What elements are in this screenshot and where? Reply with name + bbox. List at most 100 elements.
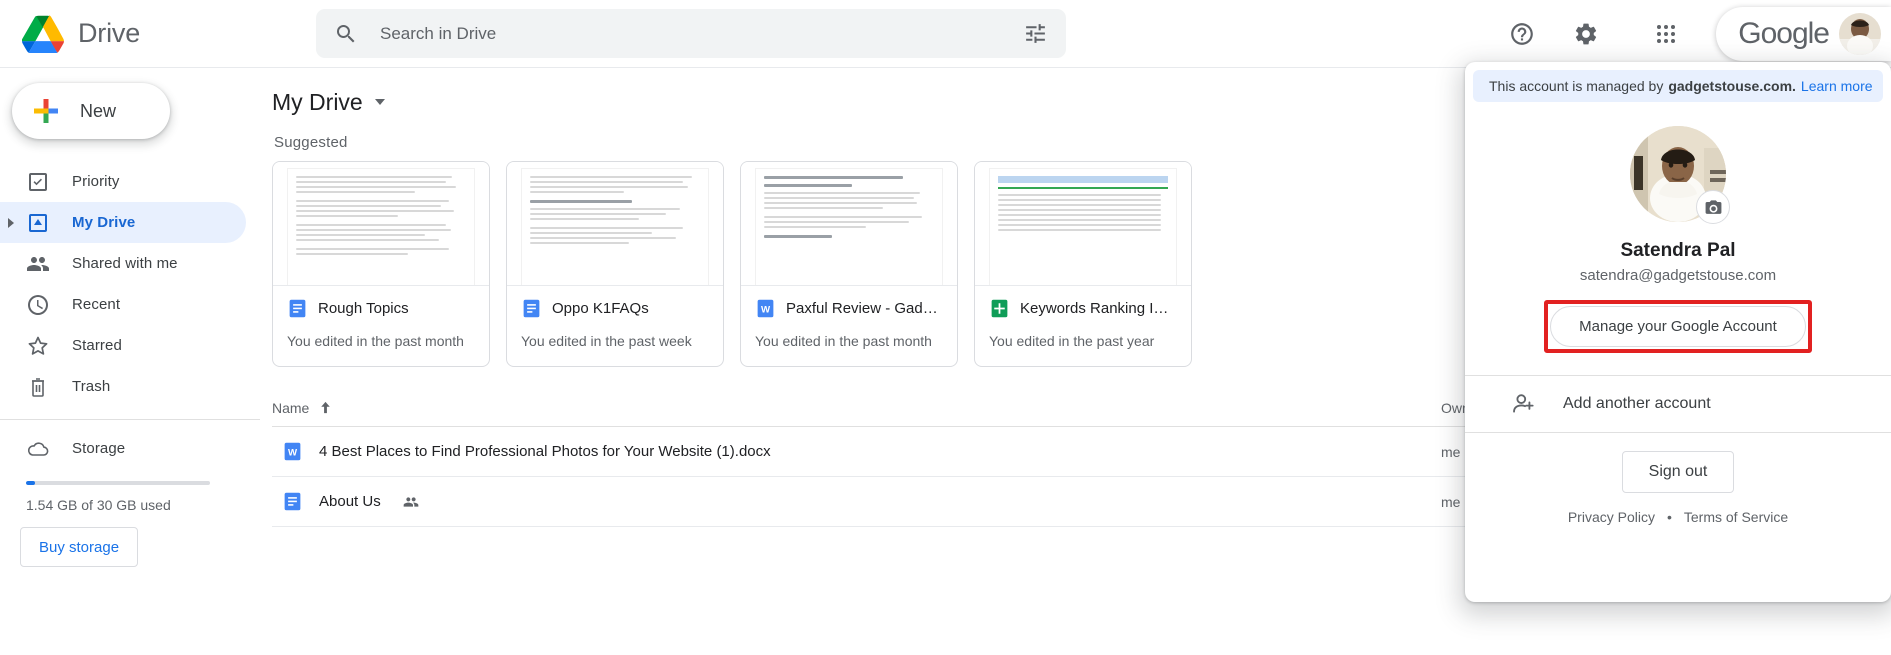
card-thumbnail	[507, 162, 723, 286]
sidebar-item-label: My Drive	[72, 214, 136, 231]
gear-icon[interactable]	[1562, 10, 1610, 58]
account-name: Satendra Pal	[1620, 240, 1736, 261]
account-chip[interactable]: Google	[1716, 6, 1891, 61]
search-icon	[337, 24, 355, 42]
sidebar-item-label: Shared with me	[72, 255, 178, 272]
google-docs-icon	[523, 299, 540, 318]
camera-icon	[1705, 199, 1721, 214]
cloud-icon	[27, 441, 49, 456]
search-bar[interactable]	[316, 9, 1066, 58]
manage-google-account-button[interactable]: Manage your Google Account	[1550, 306, 1806, 347]
svg-text:W: W	[761, 304, 771, 315]
file-name: 4 Best Places to Find Professional Photo…	[319, 443, 771, 460]
people-icon	[27, 256, 49, 271]
managed-account-banner: This account is managed by gadgetstouse.…	[1473, 70, 1883, 102]
top-bar: Drive Google	[0, 0, 1891, 68]
trash-icon	[32, 377, 44, 397]
plus-icon	[34, 99, 58, 123]
help-icon[interactable]	[1498, 10, 1546, 58]
star-icon	[28, 336, 48, 355]
add-another-account-item[interactable]: Add another account	[1465, 376, 1891, 432]
sidebar: New Priority My Drive Shared with me Rec…	[0, 68, 260, 655]
tune-icon[interactable]	[1023, 21, 1048, 46]
sidebar-item-recent[interactable]: Recent	[0, 284, 246, 325]
svg-text:W: W	[288, 447, 298, 458]
my-drive-icon	[29, 213, 47, 232]
account-popup: This account is managed by gadgetstouse.…	[1465, 62, 1891, 602]
sidebar-item-starred[interactable]: Starred	[0, 325, 246, 366]
new-button[interactable]: New	[12, 83, 170, 139]
card-meta: Rough Topics You edited in the past mont…	[273, 286, 489, 366]
card-thumbnail	[741, 162, 957, 286]
row-name-cell: W 4 Best Places to Find Professional Pho…	[272, 441, 1441, 462]
google-drive-window: Drive Google	[0, 0, 1891, 655]
change-photo-button[interactable]	[1696, 190, 1730, 224]
drive-brand[interactable]: Drive	[0, 14, 316, 53]
card-meta: Keywords Ranking Impro… You edited in th…	[975, 286, 1191, 366]
card-subtitle: You edited in the past month	[755, 333, 932, 349]
word-doc-icon: W	[284, 442, 301, 461]
sidebar-item-priority[interactable]: Priority	[0, 161, 246, 202]
sidebar-nav: Priority My Drive Shared with me Recent …	[0, 161, 260, 567]
clock-icon	[28, 294, 48, 315]
suggested-card[interactable]: Keywords Ranking Impro… You edited in th…	[974, 161, 1192, 367]
priority-check-icon	[29, 172, 47, 191]
suggested-card[interactable]: Oppo K1FAQs You edited in the past week	[506, 161, 724, 367]
chevron-right-icon[interactable]	[8, 217, 14, 228]
card-thumbnail	[975, 162, 1191, 286]
sidebar-item-trash[interactable]: Trash	[0, 366, 246, 407]
card-subtitle: You edited in the past year	[989, 333, 1155, 349]
sign-out-button[interactable]: Sign out	[1621, 451, 1735, 493]
sidebar-item-label: Recent	[72, 296, 121, 313]
sidebar-item-label: Priority	[72, 173, 120, 190]
storage-progress-fill	[26, 481, 36, 485]
terms-of-service-link[interactable]: Terms of Service	[1684, 509, 1788, 525]
row-name-cell: About Us	[272, 491, 1441, 512]
apps-grid-icon[interactable]	[1642, 10, 1690, 58]
card-title: Paxful Review - Gadgets …	[786, 300, 943, 317]
sidebar-item-my-drive[interactable]: My Drive	[0, 202, 246, 243]
learn-more-link[interactable]: Learn more	[1801, 78, 1873, 94]
card-subtitle: You edited in the past week	[521, 333, 692, 349]
google-docs-icon	[284, 492, 301, 511]
card-meta: Oppo K1FAQs You edited in the past week	[507, 286, 723, 366]
add-another-account-label: Add another account	[1563, 395, 1711, 412]
avatar	[1839, 12, 1881, 55]
managed-domain-text: gadgetstouse.com.	[1668, 78, 1796, 94]
card-title: Rough Topics	[318, 300, 409, 317]
sidebar-item-shared-with-me[interactable]: Shared with me	[0, 243, 246, 284]
shared-people-icon	[403, 496, 419, 507]
sidebar-item-label: Starred	[72, 337, 122, 354]
card-meta: W Paxful Review - Gadgets … You edited i…	[741, 286, 957, 366]
sidebar-divider	[0, 419, 260, 420]
add-person-icon	[1513, 394, 1534, 413]
suggested-card[interactable]: W Paxful Review - Gadgets … You edited i…	[740, 161, 958, 367]
word-doc-icon: W	[757, 299, 774, 318]
sidebar-item-storage[interactable]: Storage	[0, 428, 246, 469]
column-header-name[interactable]: Name	[272, 399, 1441, 416]
popup-footer: Privacy Policy • Terms of Service	[1465, 509, 1891, 543]
file-name: About Us	[319, 493, 381, 510]
privacy-policy-link[interactable]: Privacy Policy	[1568, 509, 1655, 525]
search-input[interactable]	[380, 23, 1023, 44]
suggested-card[interactable]: Rough Topics You edited in the past mont…	[272, 161, 490, 367]
card-subtitle: You edited in the past month	[287, 333, 464, 349]
buy-storage-button[interactable]: Buy storage	[20, 527, 139, 567]
new-button-label: New	[80, 100, 117, 121]
sort-ascending-icon	[321, 401, 331, 414]
storage-usage-text: 1.54 GB of 30 GB used	[26, 497, 171, 513]
google-docs-icon	[289, 299, 306, 318]
footer-dot-separator: •	[1666, 509, 1672, 525]
chevron-down-icon[interactable]	[374, 99, 385, 105]
top-bar-right: Google	[1490, 0, 1891, 68]
manage-account-highlight: Manage your Google Account	[1544, 300, 1812, 353]
sidebar-item-label: Trash	[72, 378, 111, 395]
app-title: Drive	[78, 18, 141, 48]
page-title: My Drive	[272, 88, 363, 115]
storage-progress-bar	[26, 481, 210, 485]
google-sheets-icon	[991, 299, 1008, 318]
column-header-name-label: Name	[272, 399, 310, 416]
card-title: Keywords Ranking Impro…	[1020, 300, 1177, 317]
managed-prefix-text: This account is managed by	[1489, 78, 1664, 94]
card-title: Oppo K1FAQs	[552, 300, 649, 317]
